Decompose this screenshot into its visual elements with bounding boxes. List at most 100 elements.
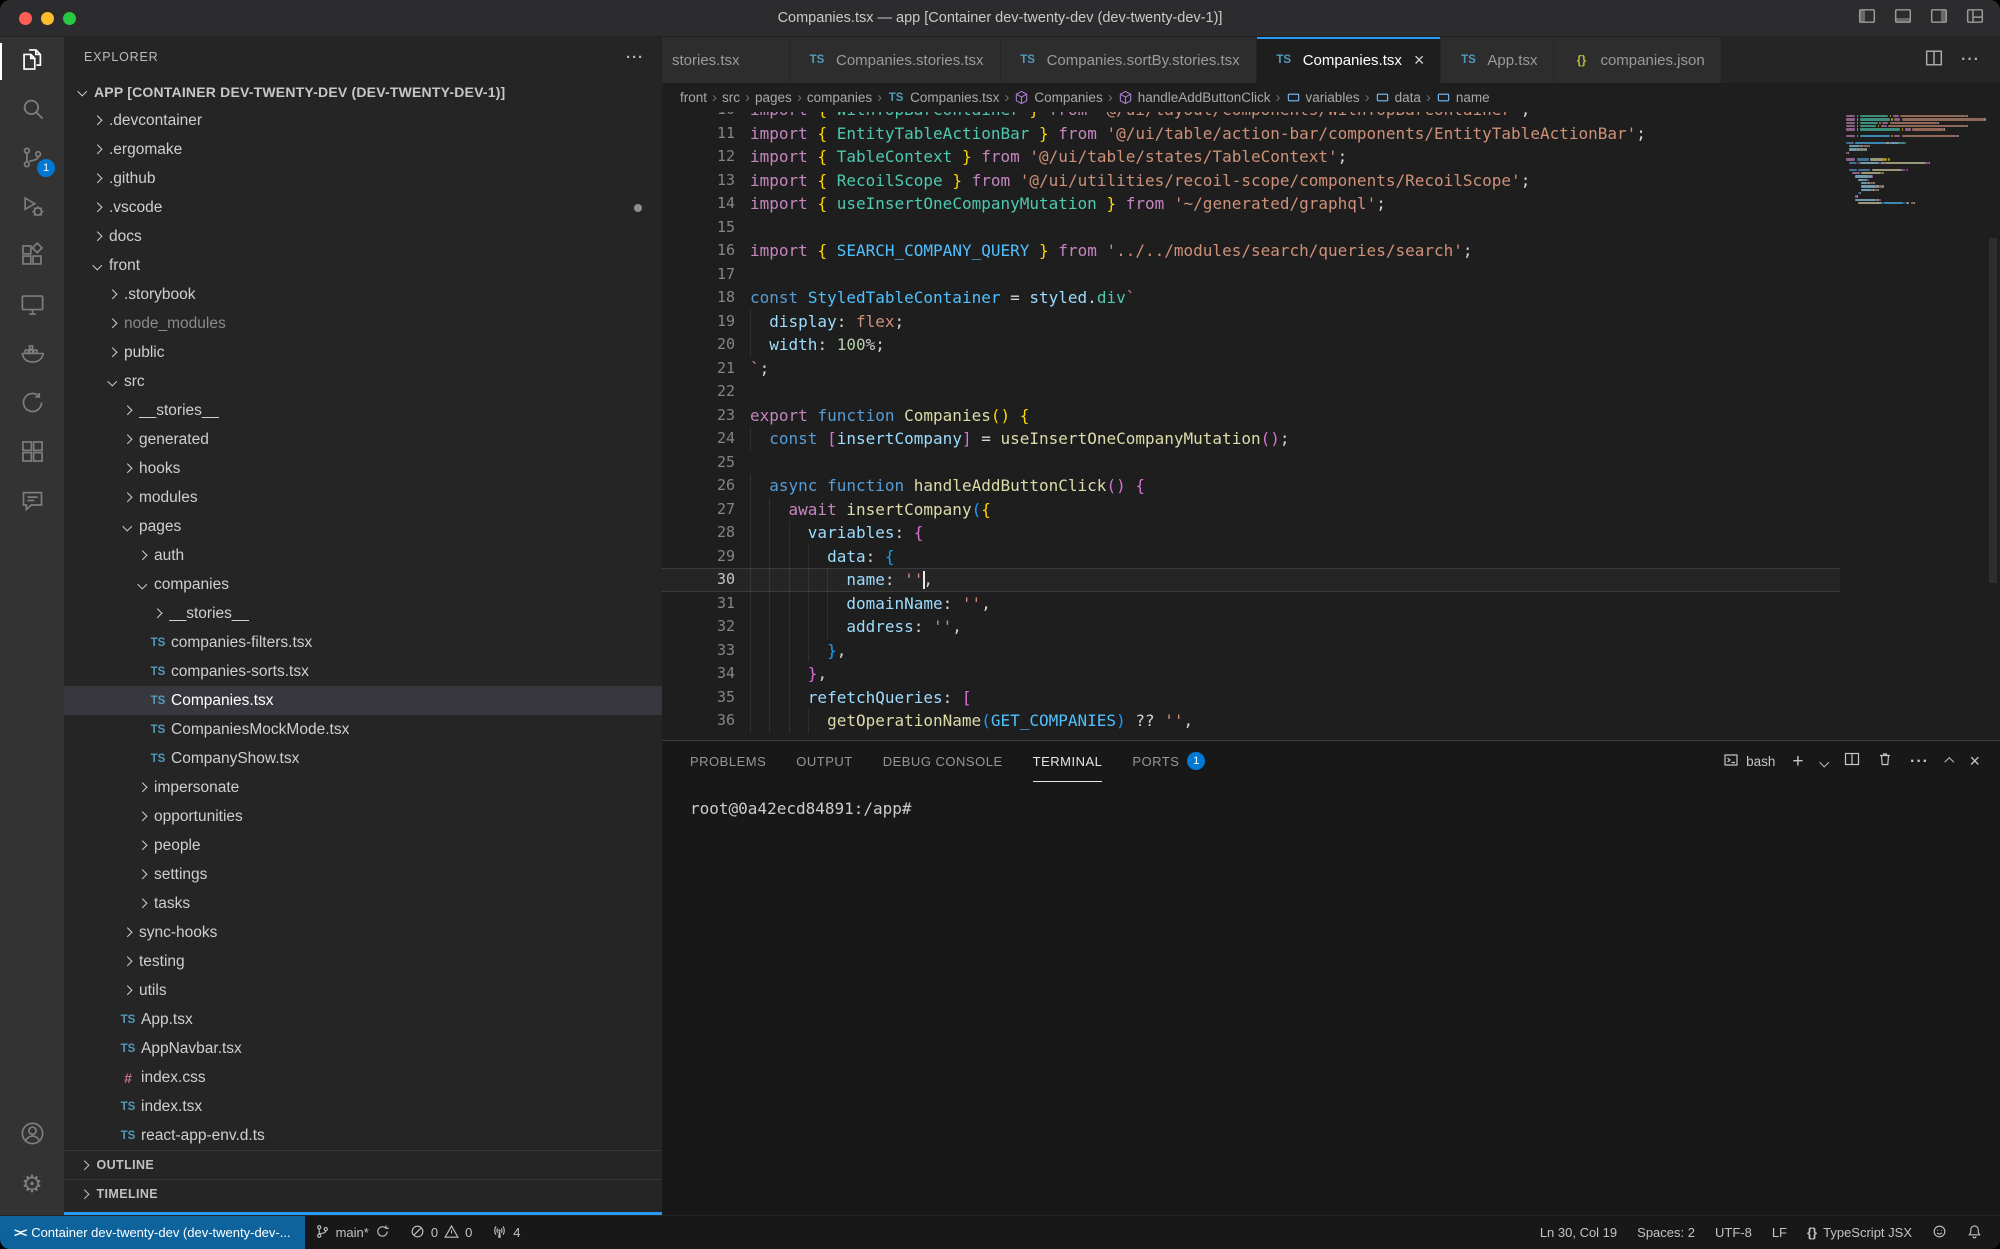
- breadcrumb-Companies[interactable]: Companies: [1014, 90, 1102, 105]
- chevron-right-icon[interactable]: [87, 204, 107, 211]
- tree-item-companies-filters.tsx[interactable]: TScompanies-filters.tsx: [64, 628, 662, 657]
- activity-item-explorer[interactable]: [0, 37, 64, 86]
- chevron-right-icon[interactable]: [132, 900, 152, 907]
- customize-layout-icon[interactable]: [1966, 7, 1984, 30]
- tree-item-.devcontainer[interactable]: .devcontainer: [64, 106, 662, 135]
- tree-item-__stories__[interactable]: __stories__: [64, 396, 662, 425]
- tree-item-App.tsx[interactable]: TSApp.tsx: [64, 1005, 662, 1034]
- tree-item-generated[interactable]: generated: [64, 425, 662, 454]
- activity-item-account[interactable]: [0, 1111, 64, 1160]
- panel-tab-output[interactable]: OUTPUT: [796, 741, 852, 782]
- chevron-right-icon[interactable]: [87, 117, 107, 124]
- tree-item-Companies.tsx[interactable]: TSCompanies.tsx: [64, 686, 662, 715]
- chevron-right-icon[interactable]: [87, 146, 107, 153]
- eol-status[interactable]: LF: [1762, 1216, 1797, 1249]
- section-timeline[interactable]: TIMELINE: [64, 1179, 662, 1208]
- chevron-right-icon[interactable]: [117, 929, 137, 936]
- breadcrumb-pages[interactable]: pages: [755, 90, 792, 105]
- tab-Companies.stories.tsx[interactable]: TSCompanies.stories.tsx: [790, 37, 1001, 83]
- chevron-down-icon[interactable]: [87, 262, 107, 269]
- close-panel-button[interactable]: ×: [1969, 751, 1980, 772]
- breadcrumb-name[interactable]: name: [1436, 90, 1490, 105]
- breadcrumb-src[interactable]: src: [722, 90, 740, 105]
- tree-item-src[interactable]: src: [64, 367, 662, 396]
- chevron-right-icon[interactable]: [132, 784, 152, 791]
- tree-item-companies[interactable]: companies: [64, 570, 662, 599]
- panel-tab-ports[interactable]: PORTS1: [1132, 741, 1205, 782]
- activity-item-grid-view[interactable]: [0, 429, 64, 478]
- remote-indicator[interactable]: >< Container dev-twenty-dev (dev-twenty-…: [0, 1216, 305, 1249]
- terminal-shell-select[interactable]: bash: [1723, 752, 1775, 771]
- tree-item-public[interactable]: public: [64, 338, 662, 367]
- tree-item-node_modules[interactable]: node_modules: [64, 309, 662, 338]
- language-mode-status[interactable]: {} TypeScript JSX: [1797, 1216, 1922, 1249]
- activity-item-remote-explorer[interactable]: [0, 282, 64, 331]
- tree-item-CompaniesMockMode.tsx[interactable]: TSCompaniesMockMode.tsx: [64, 715, 662, 744]
- feedback-status[interactable]: [1922, 1216, 1957, 1249]
- chevron-down-icon[interactable]: [72, 88, 92, 95]
- activity-item-settings-gear[interactable]: ⚙: [0, 1160, 64, 1209]
- chevron-right-icon[interactable]: [132, 871, 152, 878]
- breadcrumb-variables[interactable]: variables: [1286, 90, 1360, 105]
- close-tab-icon[interactable]: ×: [1414, 50, 1425, 71]
- tree-item-.github[interactable]: .github: [64, 164, 662, 193]
- tree-item-opportunities[interactable]: opportunities: [64, 802, 662, 831]
- tree-item-pages[interactable]: pages: [64, 512, 662, 541]
- activity-item-sync[interactable]: [0, 380, 64, 429]
- problems-status[interactable]: 0 0: [400, 1216, 482, 1249]
- toggle-secondary-sidebar-icon[interactable]: [1930, 7, 1948, 30]
- tree-item-tasks[interactable]: tasks: [64, 889, 662, 918]
- tree-item-settings[interactable]: settings: [64, 860, 662, 889]
- encoding-status[interactable]: UTF-8: [1705, 1216, 1762, 1249]
- breadcrumb-data[interactable]: data: [1375, 90, 1421, 105]
- chevron-right-icon[interactable]: [117, 465, 137, 472]
- section-outline[interactable]: OUTLINE: [64, 1150, 662, 1179]
- chevron-right-icon[interactable]: [117, 987, 137, 994]
- sidebar-resize-sash[interactable]: [64, 1212, 662, 1215]
- chevron-right-icon[interactable]: [132, 813, 152, 820]
- explorer-more-actions-button[interactable]: ···: [626, 49, 644, 66]
- tab-Companies.tsx[interactable]: TSCompanies.tsx×: [1257, 37, 1442, 83]
- breadcrumb-handleAddButtonClick[interactable]: handleAddButtonClick: [1118, 90, 1271, 105]
- branch-status[interactable]: main*: [305, 1216, 400, 1249]
- tree-item-auth[interactable]: auth: [64, 541, 662, 570]
- indentation-status[interactable]: Spaces: 2: [1627, 1216, 1705, 1249]
- code-editor[interactable]: 10import { WithTopBarContainer } from '@…: [662, 112, 2000, 740]
- tree-item-modules[interactable]: modules: [64, 483, 662, 512]
- terminal-more-actions-button[interactable]: ···: [1910, 753, 1929, 771]
- split-editor-icon[interactable]: [1925, 49, 1943, 72]
- tree-item-CompanyShow.tsx[interactable]: TSCompanyShow.tsx: [64, 744, 662, 773]
- notifications-status[interactable]: [1957, 1216, 1992, 1249]
- tree-item-react-app-env.d.ts[interactable]: TSreact-app-env.d.ts: [64, 1121, 662, 1150]
- zoom-window-button[interactable]: [63, 12, 76, 25]
- tree-item-sync-hooks[interactable]: sync-hooks: [64, 918, 662, 947]
- terminal-profile-dropdown[interactable]: [1821, 753, 1828, 771]
- chevron-down-icon[interactable]: [132, 581, 152, 588]
- activity-item-source-control[interactable]: 1: [0, 135, 64, 184]
- chevron-right-icon[interactable]: [147, 610, 167, 617]
- activity-item-extensions[interactable]: [0, 233, 64, 282]
- activity-item-chat[interactable]: [0, 478, 64, 527]
- activity-item-run-debug[interactable]: [0, 184, 64, 233]
- breadcrumb-Companies.tsx[interactable]: TSCompanies.tsx: [887, 90, 999, 105]
- maximize-panel-button[interactable]: [1946, 753, 1953, 771]
- activity-item-docker[interactable]: [0, 331, 64, 380]
- tab-stories.tsx[interactable]: stories.tsx: [662, 37, 790, 83]
- panel-tab-terminal[interactable]: TERMINAL: [1033, 741, 1103, 782]
- terminal[interactable]: root@0a42ecd84891:/app#: [662, 782, 2000, 1215]
- tree-item-hooks[interactable]: hooks: [64, 454, 662, 483]
- tree-item-index.css[interactable]: #index.css: [64, 1063, 662, 1092]
- tree-item-utils[interactable]: utils: [64, 976, 662, 1005]
- chevron-right-icon[interactable]: [102, 320, 122, 327]
- tree-item-APP [CONTAINER DEV-TWENTY-DEV (DEV-TWENTY-DEV-1)][interactable]: APP [CONTAINER DEV-TWENTY-DEV (DEV-TWENT…: [64, 77, 662, 106]
- chevron-right-icon[interactable]: [132, 842, 152, 849]
- tab-App.tsx[interactable]: TSApp.tsx: [1441, 37, 1554, 83]
- tree-item-AppNavbar.tsx[interactable]: TSAppNavbar.tsx: [64, 1034, 662, 1063]
- ports-status[interactable]: 4: [482, 1216, 530, 1249]
- tree-item-testing[interactable]: testing: [64, 947, 662, 976]
- editor-scrollbar[interactable]: [1986, 112, 2000, 740]
- toggle-panel-icon[interactable]: [1894, 7, 1912, 30]
- chevron-right-icon[interactable]: [117, 494, 137, 501]
- new-terminal-button[interactable]: +: [1792, 751, 1803, 773]
- toggle-sidebar-icon[interactable]: [1858, 7, 1876, 30]
